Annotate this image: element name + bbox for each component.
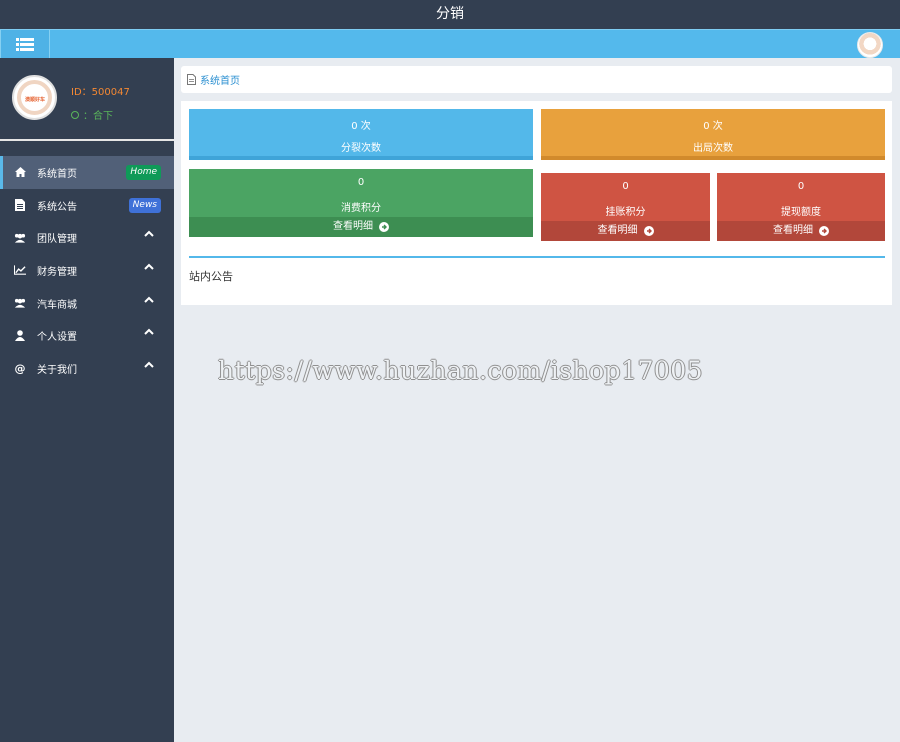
breadcrumb: 系统首页	[181, 66, 892, 93]
home-badge: Home	[126, 164, 161, 180]
chevron-up-icon	[144, 230, 154, 238]
arrow-circle-right-icon	[819, 226, 829, 236]
stat-value: 0 次	[703, 121, 723, 132]
stat-label: 挂账积分	[605, 207, 646, 218]
section-divider	[189, 256, 885, 258]
arrow-circle-right-icon	[643, 226, 654, 236]
sidebar-item-label: 系统公告	[37, 201, 77, 213]
sidebar-item-label: 个人设置	[37, 332, 77, 344]
stat-value: 0	[357, 177, 365, 188]
avatar: 澳顺好车	[12, 75, 57, 120]
sidebar-nav: 系统首页 Home 系统公告 News 团队管理 财务管理 汽车商城 个人设置 …	[0, 156, 174, 385]
stat-value: 0 次	[351, 121, 371, 132]
breadcrumb-home-link[interactable]: 系统首页	[200, 72, 240, 87]
profile-panel: 澳顺好车 ID：500047 ：合下	[0, 58, 174, 141]
status-ring-icon	[71, 110, 79, 119]
document-icon	[14, 199, 26, 212]
view-details-link[interactable]: 查看明细	[189, 217, 533, 237]
stat-card-withdraw-limit: 0 提现额度 查看明细	[717, 173, 885, 241]
view-details-link[interactable]: 查看明细	[541, 221, 710, 241]
top-bar	[0, 29, 900, 58]
watermark-text: https://www.huzhan.com/ishop17005	[218, 356, 704, 385]
stat-label: 消费积分	[341, 203, 381, 214]
app-title: 分销	[436, 6, 464, 22]
users-icon	[14, 232, 26, 244]
sidebar-item-settings[interactable]: 个人设置	[0, 319, 174, 352]
sidebar-item-label: 团队管理	[37, 234, 77, 246]
sidebar-item-label: 汽车商城	[37, 299, 77, 311]
chevron-up-icon	[144, 361, 154, 368]
stat-value: 0	[797, 181, 805, 192]
avatar-logo-text: 澳顺好车	[24, 97, 45, 103]
list-icon	[16, 37, 34, 51]
user-id: ID：500047	[71, 87, 130, 98]
main-content: 系统首页 0 次 分裂次数 0 次 出局次数 0 消费积分 查看明细 0 挂账积…	[174, 58, 900, 742]
at-icon: @	[14, 361, 26, 375]
stat-card-consume-points: 0 消费积分 查看明细	[189, 169, 533, 237]
sidebar-item-team[interactable]: 团队管理	[0, 221, 174, 254]
view-details-label: 查看明细	[773, 225, 813, 236]
stat-label: 出局次数	[693, 143, 733, 154]
chevron-up-icon	[144, 263, 154, 270]
view-details-link[interactable]: 查看明细	[717, 221, 885, 241]
sidebar-item-label: 关于我们	[37, 364, 77, 376]
user-status-text: ：合下	[83, 111, 113, 122]
menu-toggle-button[interactable]	[0, 30, 50, 58]
stat-label: 提现额度	[781, 207, 821, 218]
sidebar-item-label: 系统首页	[37, 168, 77, 180]
arrow-circle-right-icon	[379, 222, 389, 232]
stat-card-credit-points: 0 挂账积分 查看明细	[541, 173, 710, 241]
stat-card-split-count: 0 次 分裂次数	[189, 109, 533, 160]
home-icon	[14, 166, 26, 178]
users-icon	[14, 297, 26, 309]
user-status: ：合下	[71, 107, 113, 122]
sidebar-item-about[interactable]: @ 关于我们	[0, 352, 174, 385]
view-details-label: 查看明细	[597, 225, 638, 236]
sidebar-item-home[interactable]: 系统首页 Home	[0, 156, 174, 189]
chart-line-icon	[14, 264, 26, 276]
file-icon	[187, 74, 196, 85]
sidebar-item-label: 财务管理	[37, 266, 77, 278]
user-icon	[14, 330, 26, 342]
chevron-up-icon	[144, 329, 154, 336]
sidebar: 澳顺好车 ID：500047 ：合下 系统首页 Home 系统公告 News 团…	[0, 58, 174, 742]
notice-title: 站内公告	[189, 270, 233, 283]
stat-card-exit-count: 0 次 出局次数	[541, 109, 885, 160]
app-title-bar: 分销	[0, 0, 900, 29]
stat-value: 0	[622, 181, 629, 192]
sidebar-item-notice[interactable]: 系统公告 News	[0, 189, 174, 222]
sidebar-item-finance[interactable]: 财务管理	[0, 254, 174, 287]
chevron-up-icon	[144, 296, 154, 303]
view-details-label: 查看明细	[333, 221, 373, 232]
dashboard-panel: 0 次 分裂次数 0 次 出局次数 0 消费积分 查看明细 0 挂账积分 查看明…	[181, 101, 892, 305]
stat-label: 分裂次数	[341, 143, 381, 154]
user-avatar-top[interactable]	[857, 32, 883, 58]
news-badge: News	[128, 197, 161, 213]
sidebar-item-mall[interactable]: 汽车商城	[0, 287, 174, 320]
